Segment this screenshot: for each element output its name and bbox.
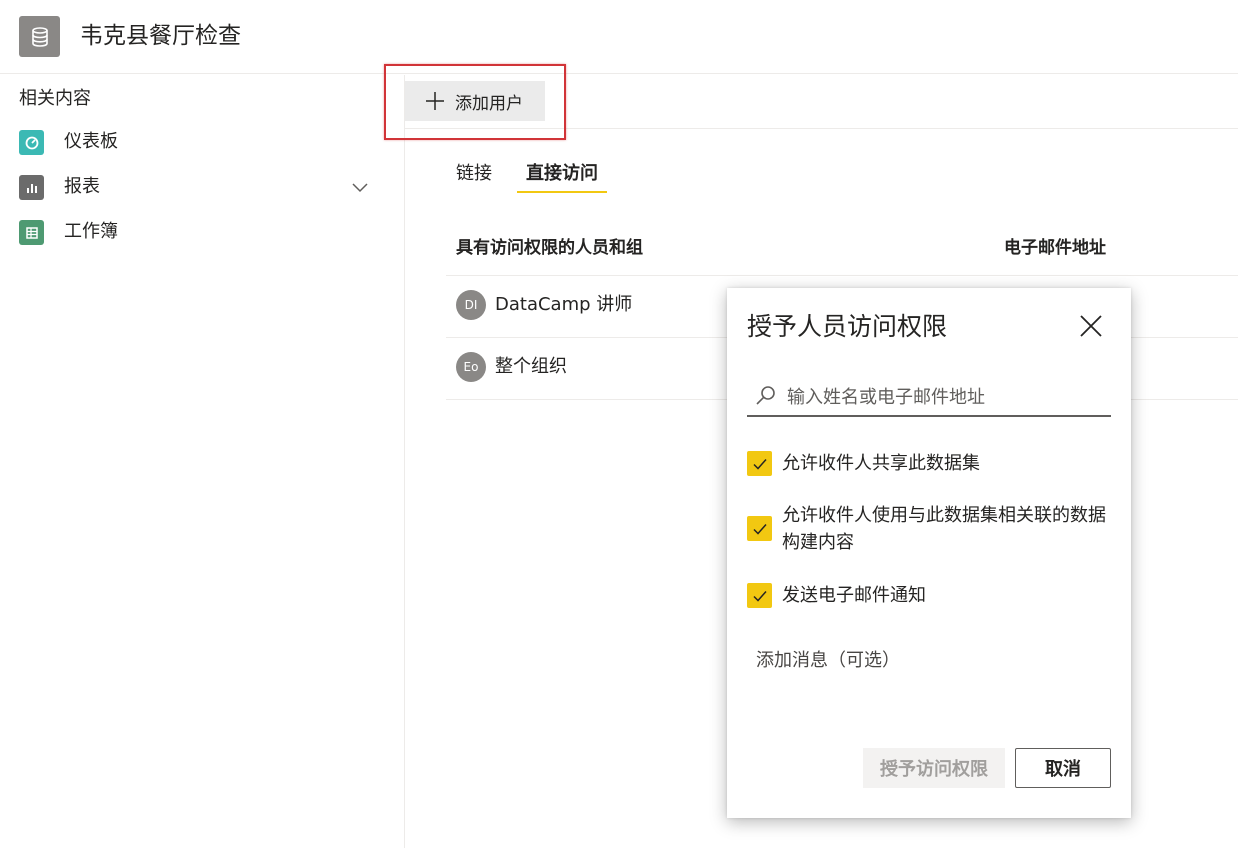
- add-user-label: 添加用户: [455, 93, 523, 114]
- page-title: 韦克县餐厅检查: [80, 23, 241, 49]
- checkbox-checked[interactable]: [747, 451, 772, 476]
- tab-direct-access[interactable]: 直接访问: [517, 161, 607, 193]
- checkmark-icon: [752, 458, 767, 470]
- search-field: [747, 380, 1111, 417]
- dashboard-icon: [19, 130, 44, 155]
- related-content-sidebar: 相关内容 仪表板 报表 工作簿: [0, 75, 405, 848]
- person-name: DataCamp 讲师: [495, 294, 633, 315]
- avatar: DI: [456, 290, 486, 320]
- workbook-icon: [19, 220, 44, 245]
- tab-links[interactable]: 链接: [456, 161, 492, 191]
- search-icon: [756, 386, 775, 405]
- add-user-button[interactable]: 添加用户: [405, 81, 545, 121]
- cancel-button[interactable]: 取消: [1015, 748, 1111, 788]
- chevron-down-icon[interactable]: [350, 177, 370, 197]
- toolbar: 添加用户: [405, 75, 1238, 129]
- sidebar-item-reports[interactable]: 报表: [0, 165, 404, 209]
- checkbox-checked[interactable]: [747, 583, 772, 608]
- grant-access-button[interactable]: 授予访问权限: [863, 748, 1005, 788]
- sidebar-item-label: 工作簿: [64, 221, 118, 242]
- checkbox-checked[interactable]: [747, 516, 772, 541]
- person-name: 整个组织: [495, 356, 567, 377]
- checkbox-label: 允许收件人共享此数据集: [782, 453, 980, 474]
- checkmark-icon: [752, 523, 767, 535]
- sidebar-item-label: 报表: [64, 176, 100, 197]
- close-icon[interactable]: [1077, 312, 1105, 340]
- app-header: 韦克县餐厅检查: [0, 0, 1238, 74]
- column-header-email: 电子邮件地址: [1004, 238, 1106, 258]
- column-header-people: 具有访问权限的人员和组: [456, 238, 643, 258]
- search-input[interactable]: [787, 380, 1107, 414]
- database-icon: [19, 16, 60, 57]
- sidebar-item-label: 仪表板: [64, 131, 118, 152]
- sidebar-item-dashboard[interactable]: 仪表板: [0, 120, 404, 164]
- sidebar-heading: 相关内容: [19, 88, 91, 109]
- report-icon: [19, 175, 44, 200]
- avatar: Eo: [456, 352, 486, 382]
- checkmark-icon: [752, 590, 767, 602]
- add-message-field[interactable]: 添加消息（可选）: [756, 648, 900, 674]
- checkbox-label: 允许收件人使用与此数据集相关联的数据构建内容: [782, 505, 1106, 553]
- checkbox-label: 发送电子邮件通知: [782, 585, 926, 606]
- dialog-title: 授予人员访问权限: [747, 312, 948, 341]
- plus-icon: [426, 92, 444, 110]
- grant-access-dialog: 授予人员访问权限 允许收件人共享此数据集 允许收件人使用与此数据集相关联的数据构…: [727, 288, 1131, 818]
- sidebar-item-workbooks[interactable]: 工作簿: [0, 210, 404, 254]
